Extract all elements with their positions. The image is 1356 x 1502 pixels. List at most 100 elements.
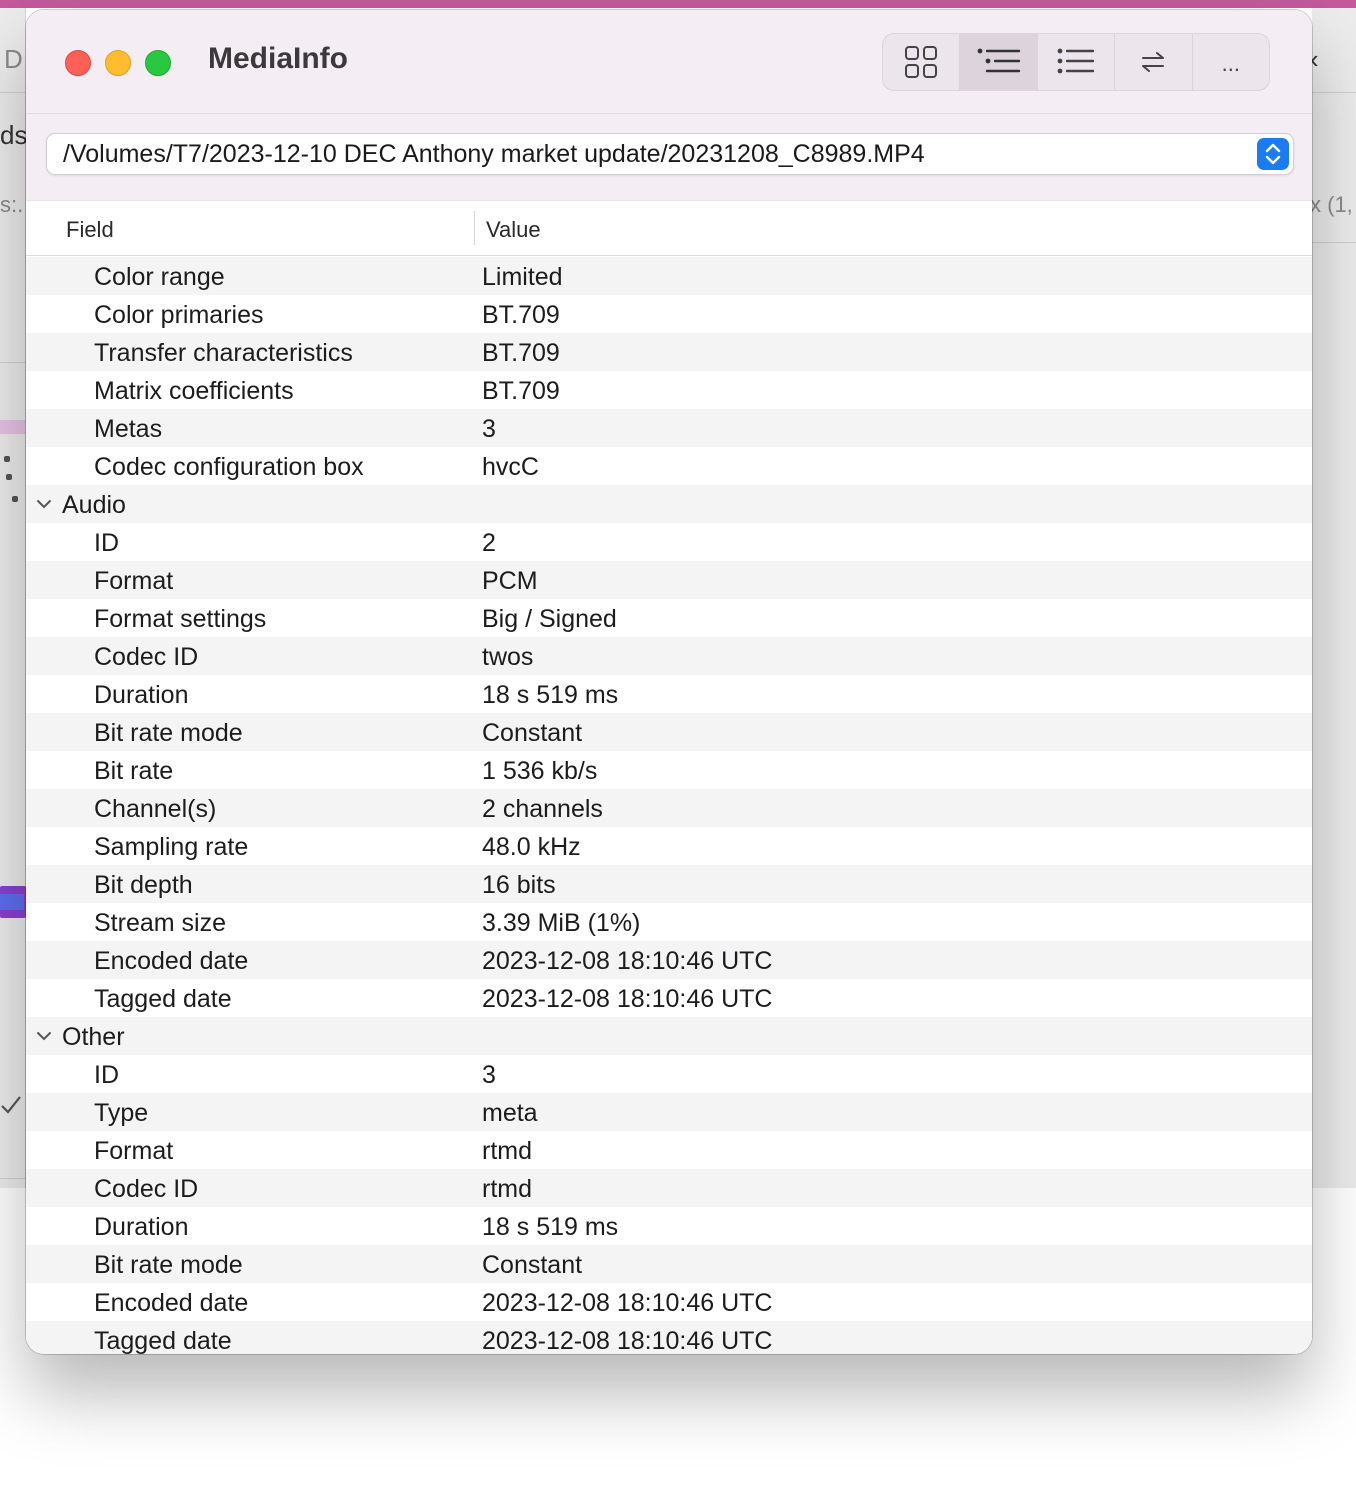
table-row[interactable]: ID 3	[26, 1055, 1312, 1093]
file-path-bar: /Volumes/T7/2023-12-10 DEC Anthony marke…	[26, 114, 1312, 200]
table-row[interactable]: Matrix coefficients BT.709	[26, 371, 1312, 409]
table-row[interactable]: Format settings Big / Signed	[26, 599, 1312, 637]
table-row[interactable]: Format PCM	[26, 561, 1312, 599]
field-name: Codec ID	[94, 1175, 199, 1203]
chevron-up-down-icon	[1265, 143, 1281, 165]
title-bar: MediaInfo ...	[26, 10, 1312, 114]
tree-view-icon	[977, 48, 1020, 73]
field-value: hvcC	[482, 453, 539, 481]
field-value: Constant	[482, 1251, 583, 1279]
field-name: Duration	[94, 1213, 189, 1241]
table-header: Field Value	[26, 200, 1312, 256]
field-value: 2023-12-08 18:10:46 UTC	[482, 1327, 773, 1354]
field-name: Encoded date	[94, 1289, 249, 1317]
field-name: Tagged date	[94, 985, 232, 1013]
field-name: Tagged date	[94, 1327, 232, 1354]
field-name: Format	[94, 567, 174, 595]
column-header-value[interactable]: Value	[486, 217, 541, 243]
background-fragment: ds	[0, 120, 28, 150]
section-label: Audio	[62, 491, 126, 519]
grid-view-button[interactable]	[883, 34, 961, 90]
field-name: Transfer characteristics	[94, 339, 353, 367]
field-name: Channel(s)	[94, 795, 217, 823]
table-row[interactable]: ID 2	[26, 523, 1312, 561]
window-title: MediaInfo	[208, 42, 348, 75]
section-row[interactable]: Other	[26, 1017, 1312, 1055]
table-body: Color range Limited Color primaries BT.709 T…	[26, 257, 1312, 1354]
table-row[interactable]: Metas 3	[26, 409, 1312, 447]
more-icon: ...	[1221, 51, 1240, 76]
table-row[interactable]: Duration 18 s 519 ms	[26, 1207, 1312, 1245]
field-name: Stream size	[94, 909, 226, 937]
table-row[interactable]: Bit rate 1 536 kb/s	[26, 751, 1312, 789]
table-row[interactable]: Encoded date 2023-12-08 18:10:46 UTC	[26, 1283, 1312, 1321]
file-path-value: /Volumes/T7/2023-12-10 DEC Anthony marke…	[63, 140, 925, 168]
table-row[interactable]: Bit rate mode Constant	[26, 713, 1312, 751]
field-name: Metas	[94, 415, 163, 443]
background-app-left	[0, 8, 26, 1188]
chevron-down-icon[interactable]	[36, 496, 52, 512]
field-value: 18 s 519 ms	[482, 1213, 619, 1241]
section-row[interactable]: Audio	[26, 485, 1312, 523]
field-value: BT.709	[482, 339, 560, 367]
table-row[interactable]: Bit rate mode Constant	[26, 1245, 1312, 1283]
field-name: Format settings	[94, 605, 267, 633]
table-row[interactable]: Format rtmd	[26, 1131, 1312, 1169]
table-row[interactable]: Channel(s) 2 channels	[26, 789, 1312, 827]
popup-stepper[interactable]	[1257, 138, 1289, 170]
field-value: 2023-12-08 18:10:46 UTC	[482, 1289, 773, 1317]
section-label: Other	[62, 1023, 125, 1051]
table-row[interactable]: Color range Limited	[26, 257, 1312, 295]
background-fragment: s:.	[0, 192, 24, 217]
field-name: Codec configuration box	[94, 453, 364, 481]
table-row[interactable]: Bit depth 16 bits	[26, 865, 1312, 903]
field-value: 1 536 kb/s	[482, 757, 598, 785]
table-row[interactable]: Encoded date 2023-12-08 18:10:46 UTC	[26, 941, 1312, 979]
field-value: Big / Signed	[482, 605, 617, 633]
table-row[interactable]: Transfer characteristics BT.709	[26, 333, 1312, 371]
field-name: Duration	[94, 681, 189, 709]
list-view-icon	[1057, 48, 1095, 74]
table-row[interactable]: Codec configuration box hvcC	[26, 447, 1312, 485]
field-value: PCM	[482, 567, 538, 595]
field-value: 18 s 519 ms	[482, 681, 619, 709]
file-path-select[interactable]: /Volumes/T7/2023-12-10 DEC Anthony marke…	[46, 133, 1294, 175]
field-name: Bit rate	[94, 757, 174, 785]
background-fragment: D	[4, 44, 23, 74]
field-value: 2023-12-08 18:10:46 UTC	[482, 985, 773, 1013]
table-row[interactable]: Codec ID twos	[26, 637, 1312, 675]
column-header-field[interactable]: Field	[66, 217, 114, 243]
field-name: Encoded date	[94, 947, 249, 975]
table-row[interactable]: Duration 18 s 519 ms	[26, 675, 1312, 713]
more-button[interactable]: ...	[1193, 34, 1269, 90]
table-row[interactable]: Tagged date 2023-12-08 18:10:46 UTC	[26, 979, 1312, 1017]
minimize-button[interactable]	[105, 50, 131, 76]
field-value: twos	[482, 643, 534, 671]
background-app-bar	[0, 0, 1356, 8]
zoom-button[interactable]	[145, 50, 171, 76]
field-name: Codec ID	[94, 643, 199, 671]
field-name: Bit rate mode	[94, 1251, 243, 1279]
field-value: BT.709	[482, 377, 560, 405]
field-name: Sampling rate	[94, 833, 249, 861]
grid-view-icon	[905, 46, 938, 78]
close-button[interactable]	[65, 50, 91, 76]
table-row[interactable]: Sampling rate 48.0 kHz	[26, 827, 1312, 865]
field-value: BT.709	[482, 301, 560, 329]
field-name: Format	[94, 1137, 174, 1165]
table-row[interactable]: Tagged date 2023-12-08 18:10:46 UTC	[26, 1321, 1312, 1354]
field-value: meta	[482, 1099, 538, 1127]
compare-button[interactable]	[1115, 34, 1193, 90]
chevron-down-icon[interactable]	[36, 1028, 52, 1044]
tree-view-button[interactable]	[960, 34, 1038, 90]
field-value: 2 channels	[482, 795, 603, 823]
table-row[interactable]: Type meta	[26, 1093, 1312, 1131]
table-row[interactable]: Color primaries BT.709	[26, 295, 1312, 333]
table-row[interactable]: Stream size 3.39 MiB (1%)	[26, 903, 1312, 941]
field-value: 16 bits	[482, 871, 556, 899]
list-view-button[interactable]	[1038, 34, 1116, 90]
media-info-table: Field Value Color range Limited Color prim…	[26, 200, 1312, 1354]
field-value: 2023-12-08 18:10:46 UTC	[482, 947, 773, 975]
field-value: 3	[482, 415, 496, 443]
table-row[interactable]: Codec ID rtmd	[26, 1169, 1312, 1207]
